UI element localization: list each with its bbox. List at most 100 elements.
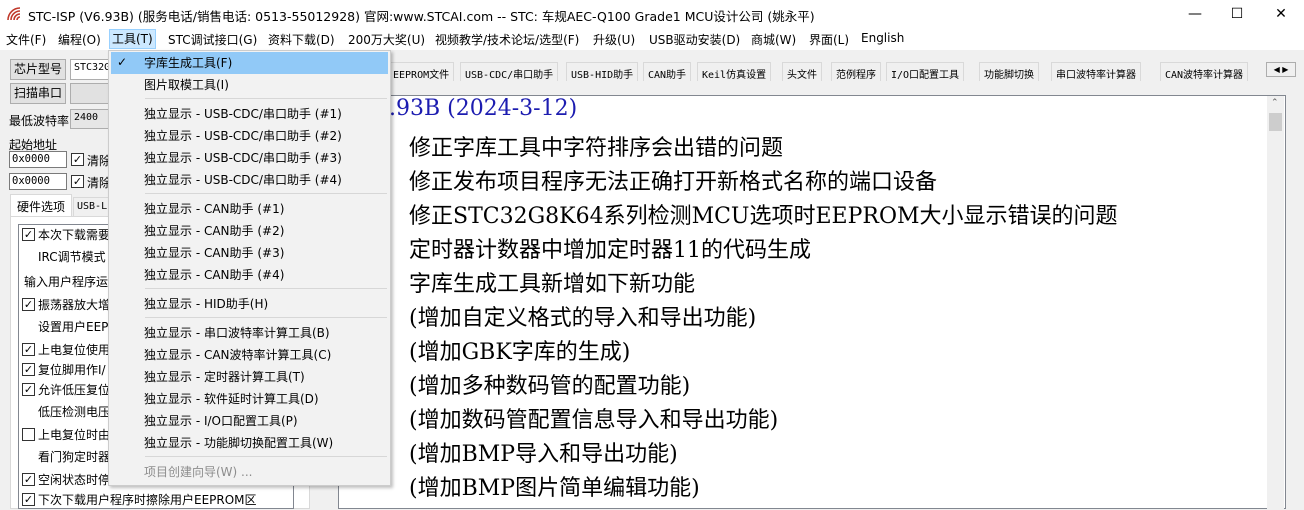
window-title: STC-ISP (V6.93B) (服务电话/销售电话: 0513-550129… xyxy=(28,9,815,24)
stc-app-icon xyxy=(7,7,21,21)
option-label: 下次下载用户程序时擦除用户EEPROM区 xyxy=(38,493,257,507)
option-label: 上电复位时由 xyxy=(38,428,111,442)
tools-menu-item[interactable]: 独立显示 - 软件延时计算工具(D) xyxy=(111,388,388,410)
start-address-input-2[interactable]: 0x0000 xyxy=(9,173,67,190)
tools-menu-item[interactable]: 图片取模工具(I) xyxy=(111,74,388,96)
option-label: 看门狗定时器 xyxy=(38,450,111,464)
tab-item[interactable]: USB-CDC/串口助手 xyxy=(460,62,559,81)
note-line: 定时器计数器中增加定时器11的代码生成 xyxy=(409,238,811,263)
tab-scroll-arrows-icon[interactable]: ◀ ▶ xyxy=(1266,62,1296,77)
option-checkbox[interactable]: ✓ xyxy=(22,383,35,396)
scan-port-button[interactable]: 扫描串口 xyxy=(10,83,66,104)
option-checkbox[interactable]: ✓ xyxy=(22,493,35,506)
note-line: 修正STC32G8K64系列检测MCU选项时EEPROM大小显示错误的问题 xyxy=(409,204,1118,229)
option-label: 上电复位使用 xyxy=(38,343,111,357)
tab-item[interactable]: CAN波特率计算器 xyxy=(1160,62,1249,81)
clear-checkbox-2[interactable]: ✓ xyxy=(71,175,84,188)
option-label: 本次下载需要 xyxy=(38,228,111,242)
tab-item[interactable]: 头文件 xyxy=(782,62,822,81)
tab-hardware-options[interactable]: 硬件选项 xyxy=(10,194,72,216)
menu-separator xyxy=(145,288,387,289)
tools-menu-item[interactable]: 独立显示 - 串口波特率计算工具(B) xyxy=(111,322,388,344)
menu-video[interactable]: 视频教学/技术论坛/选型(F) xyxy=(433,31,581,48)
min-baud-label: 最低波特率 xyxy=(9,114,70,128)
note-line: 修正字库工具中字符排序会出错的问题 xyxy=(409,136,784,161)
option-checkbox[interactable]: ✓ xyxy=(22,298,35,311)
tab-item[interactable]: I/O口配置工具 xyxy=(886,62,965,81)
scrollbar-thumb[interactable] xyxy=(1269,113,1282,131)
scroll-up-icon[interactable]: ⌃ xyxy=(1271,98,1279,108)
tab-item[interactable]: EEPROM文件 xyxy=(388,62,455,81)
option-label: 设置用户EEPI xyxy=(38,320,112,334)
tools-menu-item: 项目创建向导(W) ... xyxy=(144,465,253,479)
option-label: 低压检测电压 xyxy=(38,405,111,419)
option-label: 复位脚用作I/ xyxy=(38,363,106,377)
tools-menu-item[interactable]: 独立显示 - USB-CDC/串口助手 (#3) xyxy=(111,147,388,169)
option-checkbox[interactable]: ✓ xyxy=(22,228,35,241)
note-line: 修正发布项目程序无法正确打开新格式名称的端口设备 xyxy=(409,170,938,195)
menu-interface[interactable]: 界面(L) xyxy=(807,31,851,48)
tools-menu-item[interactable]: 独立显示 - 功能脚切换配置工具(W) xyxy=(111,432,388,454)
tools-menu-item[interactable]: 独立显示 - 定时器计算工具(T) xyxy=(111,366,388,388)
chip-model-button[interactable]: 芯片型号 xyxy=(10,59,66,80)
menu-separator xyxy=(145,98,387,99)
menu-separator xyxy=(145,193,387,194)
tab-item[interactable]: 范例程序 xyxy=(831,62,881,81)
menu-program[interactable]: 编程(O) xyxy=(56,31,103,48)
tools-menu-item[interactable]: 独立显示 - HID助手(H) xyxy=(111,293,388,315)
menu-debug[interactable]: STC调试接口(G) xyxy=(166,31,259,48)
option-checkbox[interactable]: ✓ xyxy=(22,363,35,376)
option-checkbox[interactable]: ✓ xyxy=(22,343,35,356)
note-line: (增加自定义格式的导入和导出功能) xyxy=(409,306,757,331)
menu-download[interactable]: 资料下载(D) xyxy=(266,31,337,48)
tab-usb-link[interactable]: USB-L xyxy=(73,197,113,216)
tab-item[interactable]: 串口波特率计算器 xyxy=(1051,62,1141,81)
tools-dropdown-menu: ✓ 字库生成工具(F) 图片取模工具(I) 独立显示 - USB-CDC/串口助手 … xyxy=(108,50,391,486)
checkmark-icon: ✓ xyxy=(117,55,128,69)
tools-menu-item[interactable]: 独立显示 - CAN助手 (#4) xyxy=(111,264,388,286)
tools-menu-item[interactable]: 字库生成工具(F) xyxy=(111,52,388,74)
maximize-button[interactable]: ☐ xyxy=(1214,0,1260,28)
release-notes-textarea[interactable]: .93B (2024-3-12) 修正字库工具中字符排序会出错的问题修正发布项目… xyxy=(338,95,1286,510)
option-label: 允许低压复位 xyxy=(38,383,111,397)
menu-english[interactable]: English xyxy=(859,31,906,45)
option-label: 振荡器放大增 xyxy=(38,298,111,312)
tools-menu-item[interactable]: 独立显示 - USB-CDC/串口助手 (#2) xyxy=(111,125,388,147)
tools-menu-item[interactable]: 独立显示 - CAN波特率计算工具(C) xyxy=(111,344,388,366)
menu-usb-driver[interactable]: USB驱动安装(D) xyxy=(647,31,742,48)
tab-item[interactable]: USB-HID助手 xyxy=(566,62,639,81)
note-line: (增加数码管配置信息导入和导出功能) xyxy=(409,408,779,433)
menu-separator xyxy=(145,456,387,457)
tools-menu-item[interactable]: 独立显示 - USB-CDC/串口助手 (#4) xyxy=(111,169,388,191)
option-label: IRC调节模式 xyxy=(38,250,106,264)
note-line: (增加BMP导入和导出功能) xyxy=(409,442,678,467)
tools-menu-item[interactable]: 独立显示 - I/O口配置工具(P) xyxy=(111,410,388,432)
option-checkbox[interactable] xyxy=(22,428,35,441)
note-line: (增加BMP图片简单编辑功能) xyxy=(409,476,700,501)
minimize-button[interactable]: — xyxy=(1172,0,1218,28)
start-address-input-1[interactable]: 0x0000 xyxy=(9,151,67,168)
menu-tools[interactable]: 工具(T) xyxy=(109,29,156,49)
title-bar: STC-ISP (V6.93B) (服务电话/销售电话: 0513-550129… xyxy=(0,0,1304,28)
tools-menu-item[interactable]: 独立显示 - CAN助手 (#1) xyxy=(111,198,388,220)
tab-item[interactable]: CAN助手 xyxy=(643,62,692,81)
menu-shop[interactable]: 商城(W) xyxy=(749,31,798,48)
option-label: 输入用户程序运 xyxy=(24,275,109,289)
tab-item[interactable]: 功能脚切换 xyxy=(979,62,1039,81)
menu-upgrade[interactable]: 升级(U) xyxy=(591,31,637,48)
tools-menu-item[interactable]: 独立显示 - CAN助手 (#2) xyxy=(111,220,388,242)
note-line: (增加多种数码管的配置功能) xyxy=(409,374,691,399)
version-heading: .93B (2024-3-12) xyxy=(389,96,578,121)
close-button[interactable]: ✕ xyxy=(1258,0,1304,28)
menu-bar: 文件(F) 编程(O) 工具(T) STC调试接口(G) 资料下载(D) 200… xyxy=(0,28,1304,50)
tab-item[interactable]: Keil仿真设置 xyxy=(697,62,772,81)
note-line: 字库生成工具新增如下新功能 xyxy=(409,272,696,297)
option-checkbox[interactable]: ✓ xyxy=(22,473,35,486)
menu-prize[interactable]: 200万大奖(U) xyxy=(346,31,427,48)
tools-menu-item[interactable]: 独立显示 - CAN助手 (#3) xyxy=(111,242,388,264)
clear-checkbox-1[interactable]: ✓ xyxy=(71,153,84,166)
vertical-scrollbar[interactable]: ⌃ xyxy=(1267,96,1284,510)
tools-menu-item[interactable]: 独立显示 - USB-CDC/串口助手 (#1) xyxy=(111,103,388,125)
menu-file[interactable]: 文件(F) xyxy=(4,31,48,48)
menu-separator xyxy=(145,317,387,318)
